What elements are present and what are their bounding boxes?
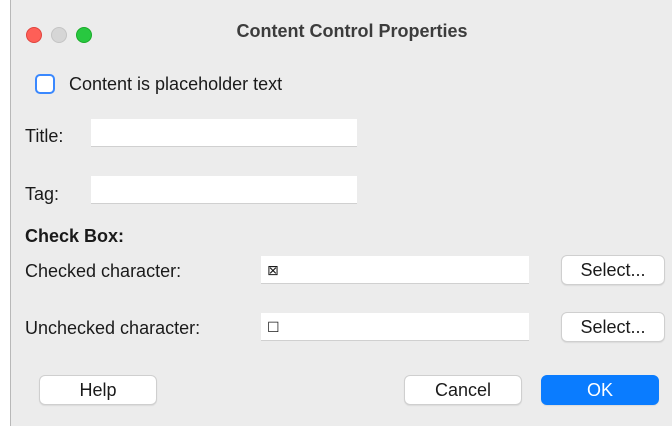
- cancel-button[interactable]: Cancel: [404, 375, 522, 405]
- placeholder-text-label[interactable]: Content is placeholder text: [69, 74, 282, 95]
- content-control-properties-dialog: Content Control Properties Content is pl…: [10, 0, 672, 426]
- unchecked-character-select-button[interactable]: Select...: [561, 312, 665, 342]
- checked-character-input[interactable]: ⊠: [261, 256, 529, 284]
- help-button[interactable]: Help: [39, 375, 157, 405]
- unchecked-character-input[interactable]: ☐: [261, 313, 529, 341]
- title-bar: Content Control Properties: [11, 0, 672, 64]
- checked-character-label: Checked character:: [25, 261, 182, 281]
- window-title: Content Control Properties: [236, 21, 468, 41]
- title-label: Title:: [25, 126, 64, 146]
- checked-character-select-button[interactable]: Select...: [561, 255, 665, 285]
- placeholder-text-checkbox[interactable]: [35, 74, 55, 94]
- tag-input[interactable]: [91, 176, 357, 204]
- unchecked-character-label: Unchecked character:: [25, 318, 201, 338]
- title-input[interactable]: [91, 119, 357, 147]
- check-box-heading: Check Box:: [25, 226, 125, 246]
- ok-button[interactable]: OK: [541, 375, 659, 405]
- tag-label: Tag:: [25, 184, 60, 204]
